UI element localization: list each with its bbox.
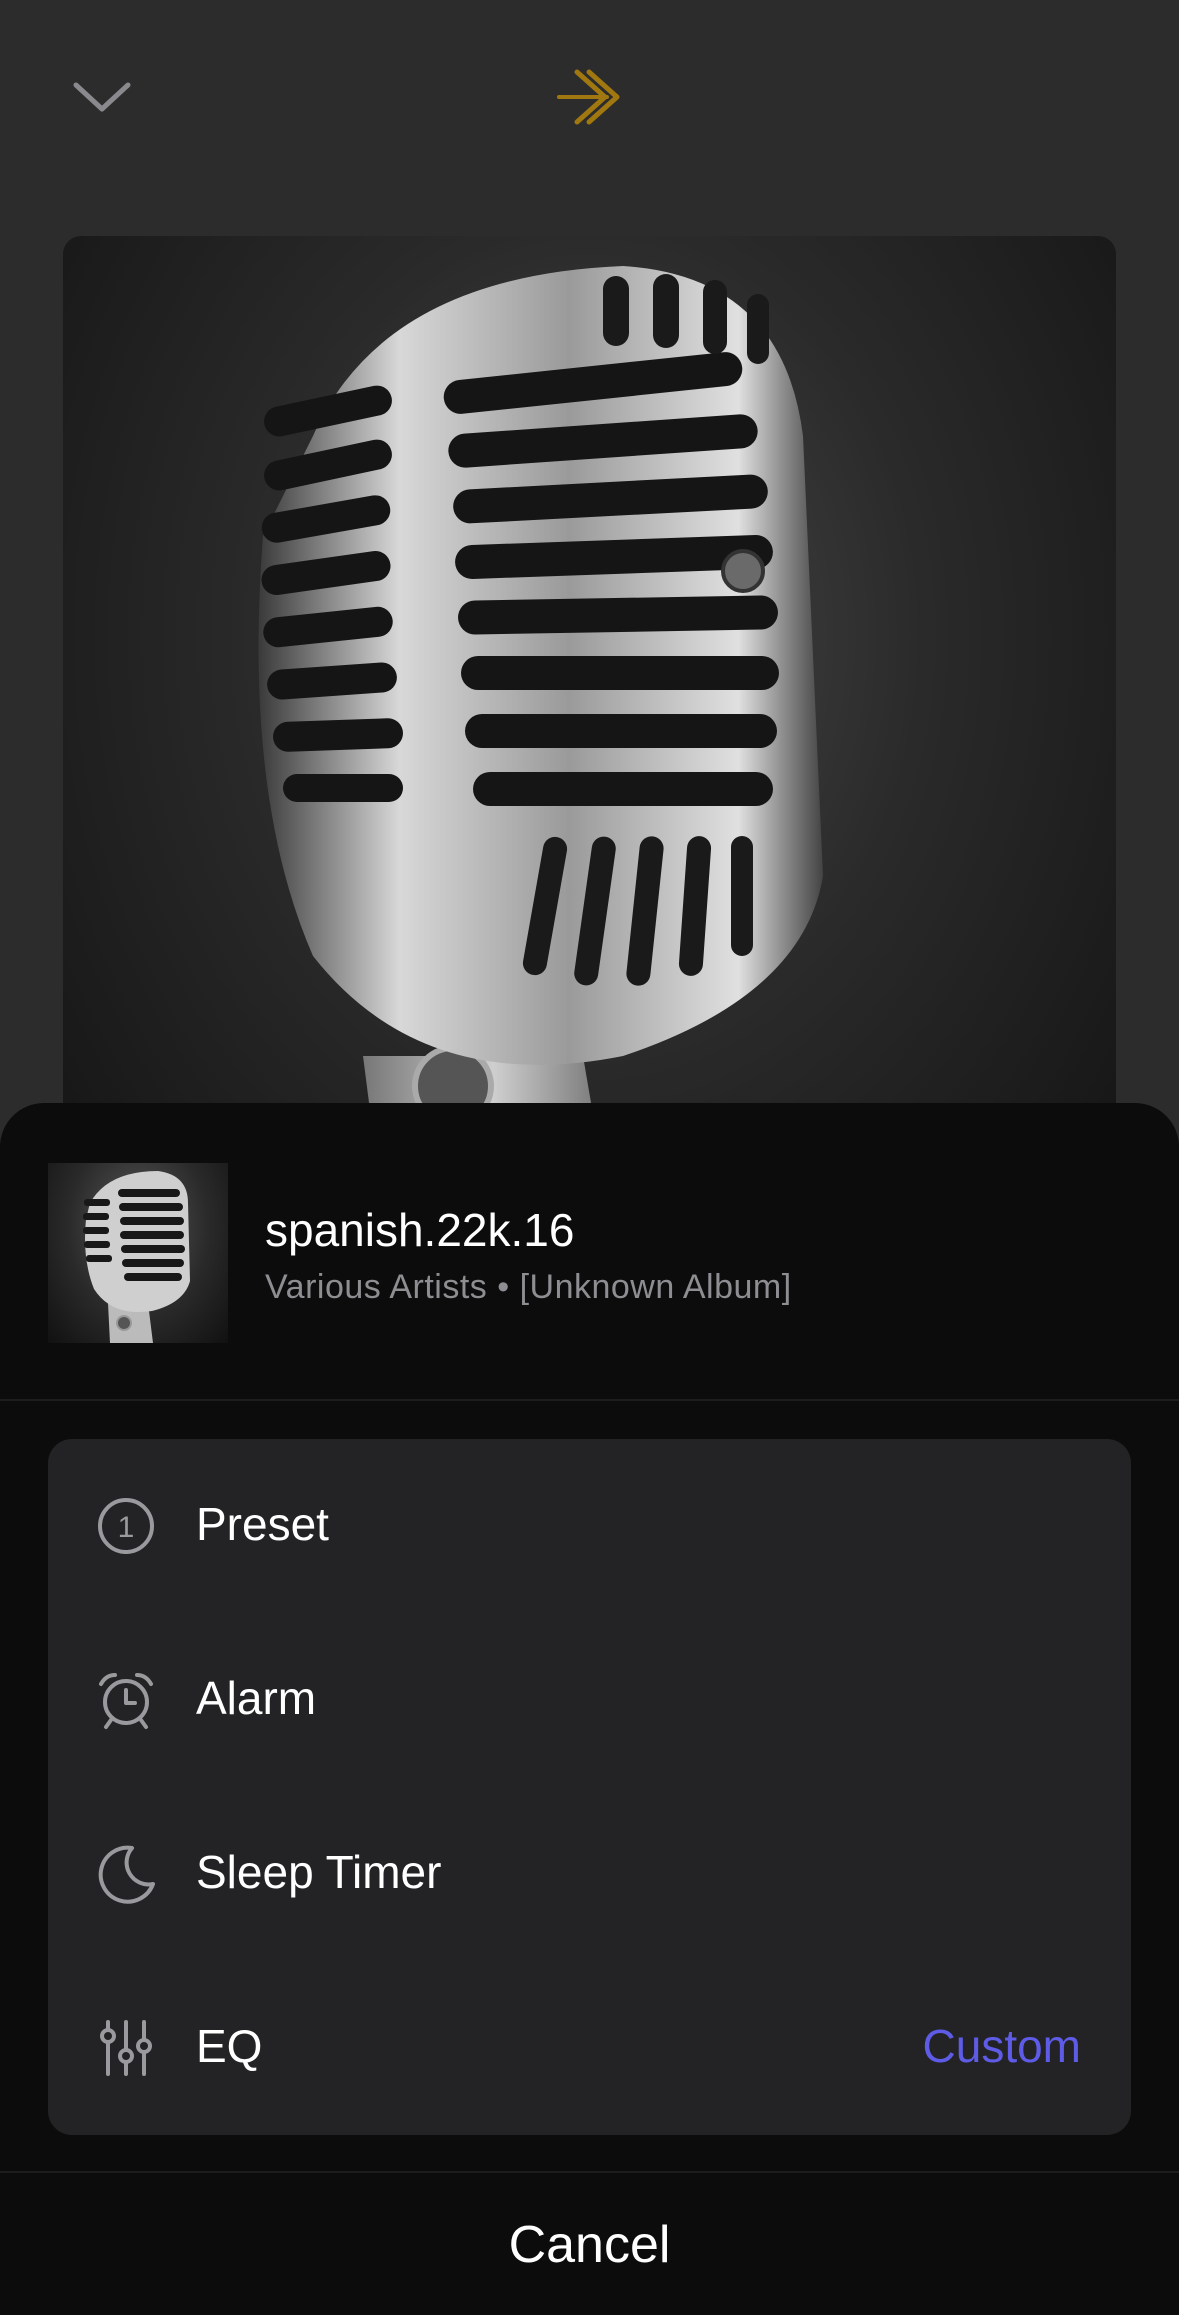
menu-item-label: Alarm [196, 1672, 317, 1724]
equalizer-sliders-icon [100, 2020, 152, 2076]
chevron-down-icon [73, 82, 131, 112]
menu-item-alarm[interactable]: Alarm [48, 1613, 1131, 1787]
double-arrow-logo-icon [557, 69, 620, 125]
collapse-button[interactable] [60, 62, 144, 132]
action-sheet: spanish.22k.16 Various Artists • [Unknow… [0, 1103, 1179, 2315]
app-logo [555, 64, 625, 130]
microphone-thumbnail-icon [83, 1171, 190, 1343]
cancel-area: Cancel [0, 2171, 1179, 2315]
preset-number-icon: 1 [98, 1498, 154, 1554]
alarm-clock-icon [99, 1673, 153, 1729]
menu-item-label: Preset [196, 1498, 329, 1550]
svg-text:1: 1 [118, 1511, 135, 1544]
track-thumbnail [48, 1163, 228, 1343]
now-playing-screen: spanish.22k.16 Various Artists • [Unknow… [0, 0, 1179, 2315]
moon-icon [98, 1845, 155, 1904]
menu-item-label: Sleep Timer [196, 1846, 442, 1898]
cancel-button[interactable]: Cancel [0, 2173, 1179, 2315]
options-menu: 1 Preset Alarm Sleep Timer EQ Custom [48, 1439, 1131, 2135]
track-header: spanish.22k.16 Various Artists • [Unknow… [0, 1103, 1179, 1401]
track-title: spanish.22k.16 [265, 1204, 575, 1256]
eq-value: Custom [922, 2020, 1081, 2072]
menu-item-label: EQ [196, 2020, 263, 2072]
track-subtitle: Various Artists • [Unknown Album] [265, 1268, 792, 1306]
menu-item-preset[interactable]: 1 Preset [48, 1439, 1131, 1613]
menu-item-sleep-timer[interactable]: Sleep Timer [48, 1787, 1131, 1961]
menu-item-eq[interactable]: EQ Custom [48, 1961, 1131, 2135]
